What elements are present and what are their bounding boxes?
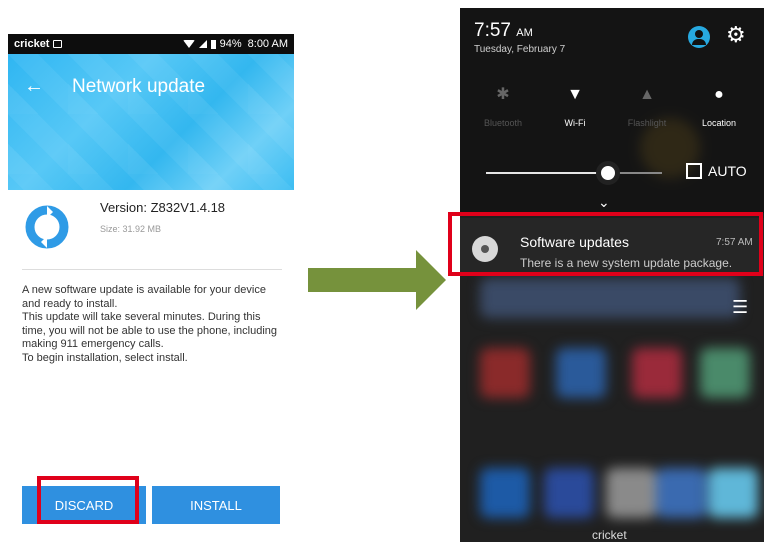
dock-label: cricket [592,528,627,542]
back-arrow-icon[interactable]: ← [24,76,44,96]
battery-icon [210,39,216,49]
quick-settings-panel: 7:57 AM Tuesday, February 7 ⚙ ✱ Bluetoot… [460,8,764,213]
gear-icon[interactable]: ⚙ [726,24,746,46]
flashlight-off-icon: ▲ [639,86,655,103]
carrier-label: cricket [14,38,50,50]
right-arrow-icon [308,250,446,310]
location-icon: ● [714,86,724,103]
clock-ampm: AM [516,27,533,39]
divider [22,269,282,270]
tile-flashlight[interactable]: ▲ Flashlight [612,84,682,128]
clock: 7:57 AM [474,20,533,42]
tile-bluetooth[interactable]: ✱ Bluetooth [468,84,538,128]
tile-location[interactable]: ● Location [684,84,754,128]
user-icon[interactable] [688,26,710,48]
update-description: A new software update is available for y… [22,284,277,364]
notification-highlight-box [448,212,763,276]
app-header: ← Network update [8,54,294,190]
version-label: Version: Z832V1.4.18 [100,200,226,215]
tile-label: Location [701,118,737,128]
bluetooth-off-icon: ✱ [496,86,510,103]
status-bar: cricket 94% 8:00 AM [8,34,294,54]
tile-label: Flashlight [627,118,667,128]
size-label: Size: 31.92 MB [100,224,162,234]
chevron-down-icon[interactable]: ⌄ [598,194,610,211]
page-title: Network update [72,76,206,97]
wifi-icon: ▼ [567,86,583,103]
install-button[interactable]: INSTALL [152,486,280,524]
tile-label: Wi-Fi [564,118,586,128]
auto-brightness-checkbox[interactable] [686,163,702,179]
update-icon [25,205,69,249]
signal-icon [198,40,207,48]
wifi-icon [182,40,195,48]
battery-percent: 94% [219,38,242,50]
date-label: Tuesday, February 7 [474,44,566,55]
image-notification-icon [53,40,63,48]
auto-brightness-label: AUTO [708,163,747,179]
network-update-screen: cricket 94% 8:00 AM ← Network update Ver… [8,34,294,538]
tile-wifi[interactable]: ▼ Wi-Fi [540,84,610,128]
status-time: 8:00 AM [247,38,288,50]
discard-highlight-box [37,476,139,524]
brightness-slider-fill [486,172,606,174]
tile-label: Bluetooth [483,118,523,128]
clock-time: 7:57 [474,20,511,41]
brightness-slider-thumb[interactable] [596,161,620,185]
clear-all-icon[interactable]: ☰ [732,298,748,316]
